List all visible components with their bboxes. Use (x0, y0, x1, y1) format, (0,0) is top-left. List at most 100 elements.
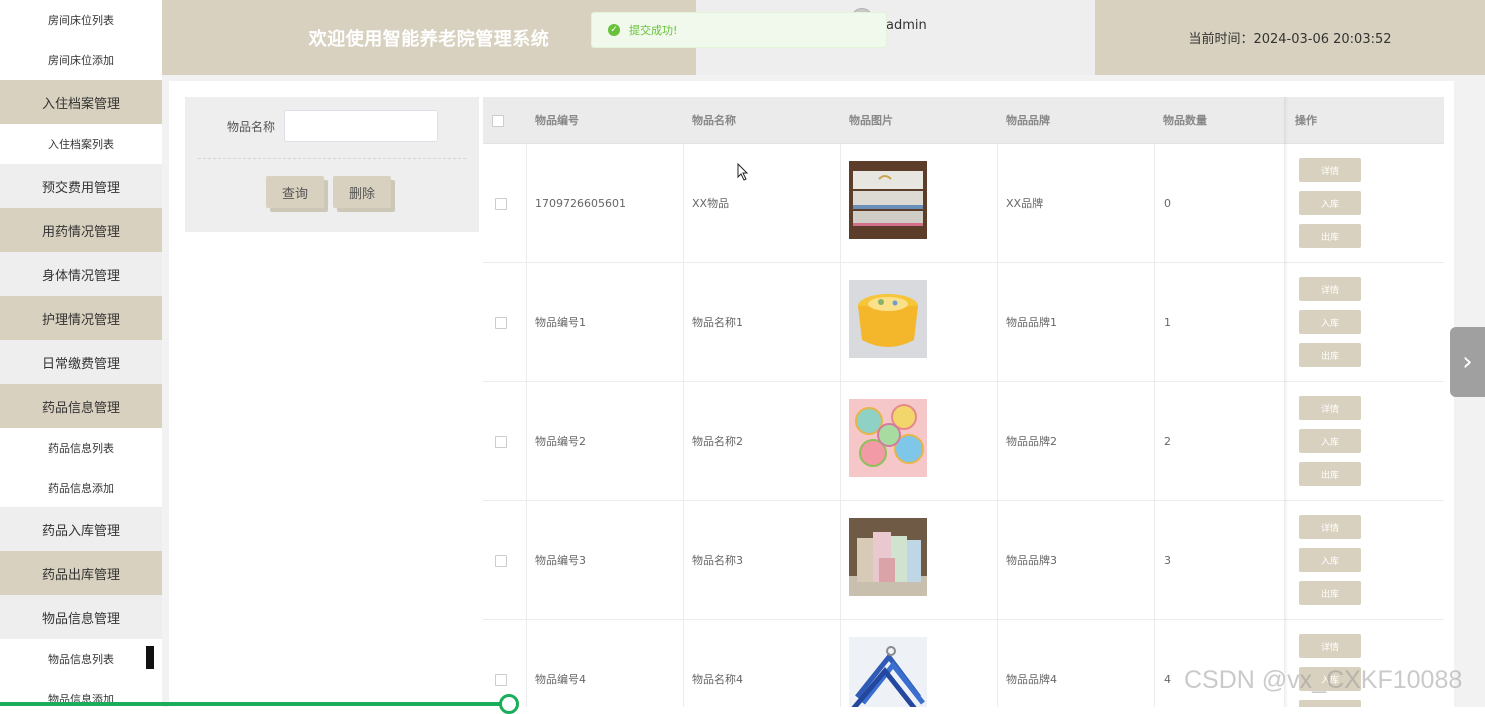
sidebar-item-physical[interactable]: 身体情况管理 (0, 252, 162, 296)
user-name[interactable]: admin (886, 18, 927, 33)
sidebar-item-item-info[interactable]: 物品信息管理 (0, 595, 162, 639)
sidebar-item-room-bed-list[interactable]: 房间床位列表 (0, 0, 162, 40)
stock-out-button[interactable]: 出库 (1299, 462, 1361, 486)
stock-out-button[interactable]: 出库 (1299, 224, 1361, 248)
cell-item-name: XX物品 (692, 197, 730, 210)
sidebar-item-checkin-records[interactable]: 入住档案管理 (0, 80, 162, 124)
item-image-bags[interactable] (849, 518, 927, 596)
cell-item-brand: 物品品牌1 (1006, 316, 1057, 329)
sidebar-item-label: 房间床位添加 (48, 54, 114, 67)
search-label: 物品名称 (227, 120, 276, 134)
cell-item-qty: 4 (1164, 672, 1171, 686)
detail-button[interactable]: 详情 (1299, 158, 1361, 182)
sidebar-item-checkin-list[interactable]: 入住档案列表 (0, 124, 162, 164)
success-check-icon: ✓ (608, 24, 620, 36)
item-name-search-input[interactable] (284, 110, 438, 142)
sidebar-item-nursing[interactable]: 护理情况管理 (0, 296, 162, 340)
cell-item-code: 物品编号4 (535, 673, 586, 686)
table-row: 1709726605601 XX物品 XX品牌 0 详情 入库 出库 (483, 144, 1444, 263)
sidebar-item-item-list[interactable]: 物品信息列表 (0, 639, 162, 679)
sidebar-item-drug-add[interactable]: 药品信息添加 (0, 468, 162, 508)
stock-in-button[interactable]: 入库 (1299, 191, 1361, 215)
query-button[interactable]: 查询 (266, 176, 324, 208)
row-checkbox[interactable] (495, 198, 507, 210)
table-header: 物品编号 物品名称 物品图片 物品品牌 物品数量 操作 (483, 97, 1444, 144)
sidebar-item-drug-info[interactable]: 药品信息管理 (0, 384, 162, 428)
detail-button[interactable]: 详情 (1299, 277, 1361, 301)
sidebar: 房间床位列表 房间床位添加 入住档案管理 入住档案列表 预交费用管理 用药情况管… (0, 0, 162, 707)
cell-item-brand: 物品品牌4 (1006, 673, 1057, 686)
stock-in-button[interactable]: 入库 (1299, 548, 1361, 572)
cell-item-code: 物品编号3 (535, 554, 586, 567)
progress-handle[interactable] (499, 694, 519, 714)
item-image-yellow-box[interactable] (849, 280, 927, 358)
item-image-hangers[interactable] (849, 637, 927, 707)
cell-item-name: 物品名称1 (692, 316, 743, 329)
cell-item-name: 物品名称4 (692, 673, 743, 686)
sidebar-item-label: 房间床位列表 (48, 14, 114, 27)
toast-message: 提交成功! (629, 24, 678, 37)
sidebar-item-medication[interactable]: 用药情况管理 (0, 208, 162, 252)
table-row: 物品编号1 物品名称1 物品品牌1 1 详情 入库 出库 (483, 263, 1444, 382)
cell-item-qty: 3 (1164, 553, 1171, 567)
cell-item-code: 物品编号1 (535, 316, 586, 329)
delete-button[interactable]: 删除 (333, 176, 391, 208)
cell-item-qty: 1 (1164, 315, 1171, 329)
sidebar-item-drug-stock-in[interactable]: 药品入库管理 (0, 507, 162, 551)
sidebar-item-label: 物品信息列表 (48, 653, 114, 666)
stock-out-button[interactable]: 出库 (1299, 700, 1361, 707)
header-item-qty: 物品数量 (1163, 114, 1207, 127)
items-table: 物品编号 物品名称 物品图片 物品品牌 物品数量 操作 170972660560… (483, 97, 1444, 707)
table-row: 物品编号2 物品名称2 物品品牌2 2 详情 入库 出库 (483, 382, 1444, 501)
playback-progress-bar[interactable] (0, 702, 510, 706)
cell-item-code: 物品编号2 (535, 435, 586, 448)
header-item-name: 物品名称 (692, 114, 736, 127)
cell-item-qty: 0 (1164, 196, 1171, 210)
item-image-towels[interactable] (849, 161, 927, 239)
watermark: CSDN @vx_CXKF10088 (1184, 666, 1463, 694)
detail-button[interactable]: 详情 (1299, 515, 1361, 539)
cell-item-brand: 物品品牌2 (1006, 435, 1057, 448)
sidebar-item-label: 物品信息管理 (41, 611, 120, 627)
cell-item-name: 物品名称2 (692, 435, 743, 448)
page-title: 欢迎使用智能养老院管理系统 (308, 28, 550, 50)
sidebar-item-label: 日常缴费管理 (41, 356, 120, 372)
stock-in-button[interactable]: 入库 (1299, 310, 1361, 334)
sidebar-item-label: 护理情况管理 (41, 312, 120, 328)
stock-out-button[interactable]: 出库 (1299, 343, 1361, 367)
sidebar-item-label: 用药情况管理 (41, 224, 120, 240)
row-checkbox[interactable] (495, 555, 507, 567)
sidebar-item-drug-stock-out[interactable]: 药品出库管理 (0, 551, 162, 595)
sidebar-item-drug-list[interactable]: 药品信息列表 (0, 428, 162, 468)
cell-item-qty: 2 (1164, 434, 1171, 448)
fixed-column-shadow (1284, 97, 1288, 707)
sidebar-scroll-marker[interactable] (146, 646, 154, 669)
sidebar-item-daily-payments[interactable]: 日常缴费管理 (0, 340, 162, 384)
chevron-right-icon[interactable]: › (1450, 327, 1485, 397)
header-actions: 操作 (1295, 114, 1317, 127)
sidebar-item-label: 药品信息添加 (48, 482, 114, 495)
stock-out-button[interactable]: 出库 (1299, 581, 1361, 605)
select-all-checkbox[interactable] (492, 115, 504, 127)
detail-button[interactable]: 详情 (1299, 634, 1361, 658)
row-checkbox[interactable] (495, 436, 507, 448)
sidebar-item-label: 药品信息列表 (48, 442, 114, 455)
sidebar-item-label: 药品信息管理 (41, 400, 120, 416)
row-checkbox[interactable] (495, 674, 507, 686)
sidebar-item-label: 入住档案列表 (48, 138, 114, 151)
search-divider (198, 158, 466, 159)
sidebar-item-prepaid-fees[interactable]: 预交费用管理 (0, 164, 162, 208)
row-checkbox[interactable] (495, 317, 507, 329)
cell-item-code: 1709726605601 (535, 196, 626, 210)
cell-item-brand: XX品牌 (1006, 197, 1044, 210)
table-row: 物品编号3 物品名称3 物品品牌3 3 详情 入库 出库 (483, 501, 1444, 620)
cell-item-brand: 物品品牌3 (1006, 554, 1057, 567)
item-image-fans[interactable] (849, 399, 927, 477)
cell-item-name: 物品名称3 (692, 554, 743, 567)
sidebar-item-label: 药品入库管理 (41, 523, 120, 539)
stock-in-button[interactable]: 入库 (1299, 429, 1361, 453)
sidebar-item-room-bed-add[interactable]: 房间床位添加 (0, 40, 162, 80)
header-item-brand: 物品品牌 (1006, 114, 1050, 127)
mouse-cursor-icon (737, 163, 749, 181)
detail-button[interactable]: 详情 (1299, 396, 1361, 420)
